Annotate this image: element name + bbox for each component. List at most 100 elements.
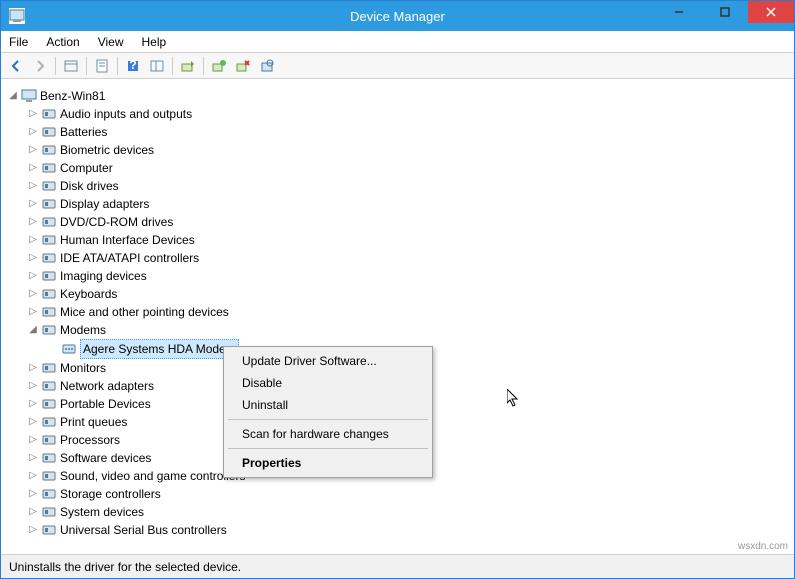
category-icon — [41, 360, 57, 376]
tree-category[interactable]: ▷Universal Serial Bus controllers — [27, 521, 794, 539]
ctx-separator — [228, 419, 428, 420]
category-icon — [41, 468, 57, 484]
ctx-properties[interactable]: Properties — [226, 452, 430, 474]
expand-icon[interactable]: ▷ — [27, 231, 39, 249]
tree-category-label: Storage controllers — [60, 485, 161, 503]
tree-category-label: Human Interface Devices — [60, 231, 195, 249]
tree-category-label: Software devices — [60, 449, 151, 467]
expand-icon[interactable]: ▷ — [27, 177, 39, 195]
maximize-button[interactable] — [702, 1, 748, 23]
expand-icon[interactable]: ▷ — [27, 195, 39, 213]
category-icon — [41, 414, 57, 430]
expand-icon[interactable]: ▷ — [27, 449, 39, 467]
tree-category-label: Biometric devices — [60, 141, 154, 159]
tree-category[interactable]: ▷Keyboards — [27, 285, 794, 303]
toolbar: ? — [1, 53, 794, 79]
tree-category-label: Monitors — [60, 359, 106, 377]
back-button[interactable] — [5, 55, 27, 77]
tree-category[interactable]: ▷Batteries — [27, 123, 794, 141]
expand-icon[interactable]: ▷ — [27, 377, 39, 395]
expand-icon[interactable]: ▷ — [27, 431, 39, 449]
menubar: File Action View Help — [1, 31, 794, 53]
properties-button[interactable] — [91, 55, 113, 77]
collapse-icon[interactable]: ◢ — [7, 87, 19, 105]
ctx-scan[interactable]: Scan for hardware changes — [226, 423, 430, 445]
ctx-uninstall[interactable]: Uninstall — [226, 394, 430, 416]
category-icon — [41, 142, 57, 158]
tree-category[interactable]: ▷Display adapters — [27, 195, 794, 213]
menu-action[interactable]: Action — [44, 33, 81, 51]
expand-icon[interactable]: ▷ — [27, 123, 39, 141]
expand-icon[interactable]: ▷ — [27, 105, 39, 123]
expand-icon[interactable]: ▷ — [27, 267, 39, 285]
tree-category[interactable]: ◢ Modems — [27, 321, 794, 339]
tree-category[interactable]: ▷ IDE ATA/ATAPI controllers — [27, 249, 794, 267]
device-icon — [61, 341, 77, 357]
view-button[interactable] — [146, 55, 168, 77]
scan-button[interactable] — [256, 55, 278, 77]
expand-icon[interactable]: ▷ — [27, 413, 39, 431]
toolbar-separator — [55, 57, 56, 75]
help-button[interactable]: ? — [122, 55, 144, 77]
expand-icon[interactable]: ▷ — [27, 159, 39, 177]
context-menu: Update Driver Software... Disable Uninst… — [223, 346, 433, 478]
tree-category[interactable]: ▷ Audio inputs and outputs — [27, 105, 794, 123]
minimize-button[interactable] — [656, 1, 702, 23]
tree-category-label: DVD/CD-ROM drives — [60, 213, 173, 231]
device-tree[interactable]: ◢ Benz-Win81 ▷Audio inputs and outputs▷B… — [1, 81, 794, 552]
expand-icon[interactable]: ▷ — [27, 141, 39, 159]
tree-category[interactable]: ▷ System devices — [27, 503, 794, 521]
expand-icon[interactable]: ▷ — [27, 285, 39, 303]
forward-button[interactable] — [29, 55, 51, 77]
category-icon — [41, 160, 57, 176]
expand-icon[interactable]: ▷ — [27, 503, 39, 521]
menu-view[interactable]: View — [96, 33, 126, 51]
category-icon — [41, 268, 57, 284]
category-icon — [41, 178, 57, 194]
menu-file[interactable]: File — [7, 33, 30, 51]
tree-category-label: Sound, video and game controllers — [60, 467, 245, 485]
tree-category-label: Print queues — [60, 413, 127, 431]
tree-category[interactable]: ▷Computer — [27, 159, 794, 177]
tree-category[interactable]: ▷ Storage controllers — [27, 485, 794, 503]
tree-category[interactable]: ▷ Biometric devices — [27, 141, 794, 159]
tree-category[interactable]: ▷Mice and other pointing devices — [27, 303, 794, 321]
tree-category-label: IDE ATA/ATAPI controllers — [60, 249, 199, 267]
statusbar: Uninstalls the driver for the selected d… — [1, 554, 794, 578]
expand-icon[interactable]: ▷ — [27, 395, 39, 413]
tree-category[interactable]: ▷ Disk drives — [27, 177, 794, 195]
expand-icon[interactable]: ▷ — [27, 213, 39, 231]
uninstall-button[interactable] — [232, 55, 254, 77]
expand-icon[interactable]: ▷ — [27, 485, 39, 503]
tree-root[interactable]: ◢ Benz-Win81 — [7, 87, 794, 105]
show-hidden-button[interactable] — [60, 55, 82, 77]
svg-text:?: ? — [129, 58, 136, 72]
category-icon — [41, 450, 57, 466]
tree-category-label: Imaging devices — [60, 267, 147, 285]
expand-icon[interactable]: ▷ — [27, 359, 39, 377]
enable-button[interactable] — [208, 55, 230, 77]
tree-category-label: Audio inputs and outputs — [60, 105, 192, 123]
expand-icon[interactable]: ▷ — [27, 249, 39, 267]
category-icon — [41, 196, 57, 212]
update-driver-button[interactable] — [177, 55, 199, 77]
ctx-update-driver[interactable]: Update Driver Software... — [226, 350, 430, 372]
tree-category-label: Modems — [60, 321, 106, 339]
expand-icon[interactable]: ▷ — [27, 303, 39, 321]
expand-icon[interactable]: ▷ — [27, 521, 39, 539]
category-icon — [41, 286, 57, 302]
close-button[interactable] — [748, 1, 794, 23]
tree-category-label: System devices — [60, 503, 144, 521]
tree-category[interactable]: ▷ Imaging devices — [27, 267, 794, 285]
ctx-disable[interactable]: Disable — [226, 372, 430, 394]
tree-category-label: Disk drives — [60, 177, 119, 195]
tree-category-label: Network adapters — [60, 377, 154, 395]
tree-category[interactable]: ▷ DVD/CD-ROM drives — [27, 213, 794, 231]
category-icon — [41, 396, 57, 412]
collapse-icon[interactable]: ◢ — [27, 321, 39, 339]
tree-device-label: Agere Systems HDA Modem — [80, 339, 239, 359]
expand-icon[interactable]: ▷ — [27, 467, 39, 485]
tree-category[interactable]: ▷ Human Interface Devices — [27, 231, 794, 249]
menu-help[interactable]: Help — [140, 33, 169, 51]
category-icon — [41, 250, 57, 266]
